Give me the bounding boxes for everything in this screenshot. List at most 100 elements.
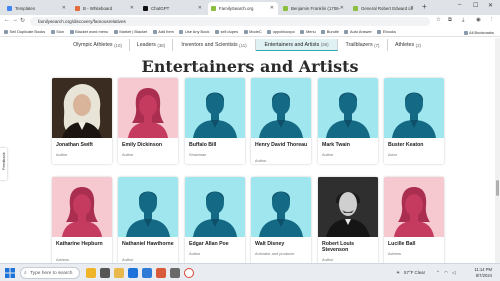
- extensions-icon[interactable]: ⧉: [448, 17, 452, 24]
- download-icon[interactable]: ⤓: [462, 17, 464, 24]
- star-icon[interactable]: ☆: [436, 17, 441, 23]
- familysearch-favicon-icon: [283, 6, 288, 11]
- browser-tab[interactable]: Templates ✕: [4, 2, 70, 15]
- person-card[interactable]: Buster Keaton Actor: [384, 78, 444, 164]
- profile-avatar-icon[interactable]: ◉: [476, 17, 481, 23]
- store-icon[interactable]: [142, 268, 152, 278]
- portrait-image: [52, 78, 112, 138]
- person-role: Author: [122, 257, 134, 262]
- category-label: Entertainers and Artists: [264, 41, 320, 48]
- whiteboard-favicon-icon: [75, 6, 80, 11]
- weather-icon[interactable]: ☀: [396, 270, 400, 276]
- person-role: Author: [322, 257, 334, 262]
- taskbar-search-input[interactable]: ⌕ Type here to search: [20, 267, 80, 279]
- bookmark-item[interactable]: Auto Answer: [344, 29, 372, 34]
- folder-icon: [463, 30, 468, 35]
- app-icon[interactable]: [170, 268, 180, 278]
- bookmark-item[interactable]: Bundle: [321, 29, 339, 34]
- person-card[interactable]: Robert Louis Stevenson Author: [318, 177, 378, 269]
- task-view-icon[interactable]: [100, 268, 110, 278]
- browser-tab[interactable]: General Robert Edward Le ✕: [350, 2, 418, 15]
- back-arrow-icon[interactable]: ←: [4, 17, 10, 23]
- category-label: Trailblazers: [345, 42, 373, 48]
- person-role: Author: [122, 152, 134, 157]
- forward-arrow-icon[interactable]: →: [12, 17, 18, 23]
- maximize-button[interactable]: ☐: [473, 2, 478, 9]
- person-card[interactable]: Emily Dickinson Author: [118, 78, 178, 164]
- bookmark-label: Menu: [305, 29, 316, 34]
- person-card[interactable]: Nathaniel Hawthorne Author: [118, 177, 178, 269]
- person-card[interactable]: Buffalo Bill Showman: [185, 78, 245, 164]
- tab-entertainers-and-artists[interactable]: Entertainers and Artists (36): [256, 39, 338, 51]
- close-icon[interactable]: ✕: [410, 5, 414, 11]
- close-icon[interactable]: ✕: [270, 5, 274, 11]
- tray-arrow-icon[interactable]: ⌃: [436, 270, 440, 276]
- file-explorer-icon[interactable]: [114, 268, 124, 278]
- browser-tab-label: Benjamin Franklin (1706-: [291, 6, 341, 11]
- tab-olympic-athletes[interactable]: Olympic Athletes (10): [66, 39, 130, 51]
- browser-tab-active[interactable]: FamilySearch.org ✕: [208, 2, 278, 15]
- bookmark-item[interactable]: Ebooks: [377, 29, 396, 34]
- minimize-button[interactable]: –: [458, 2, 461, 8]
- bookmark-label: Bundle: [326, 29, 339, 34]
- scrollbar-thumb[interactable]: [496, 180, 499, 196]
- person-card[interactable]: Katharine Hepburn Actress: [52, 177, 112, 269]
- close-window-button[interactable]: ✕: [488, 2, 493, 9]
- person-card[interactable]: Henry David Thoreau Author: [251, 78, 311, 164]
- widgets-icon[interactable]: [86, 268, 96, 278]
- tab-leaders[interactable]: Leaders (38): [130, 39, 173, 51]
- person-card[interactable]: Jonathan Swift Author: [52, 78, 112, 164]
- male-silhouette-icon: [118, 177, 178, 237]
- tab-athletes[interactable]: Athletes (2): [388, 39, 428, 51]
- browser-tab[interactable]: B - Whiteboard ✕: [72, 2, 138, 15]
- reload-icon[interactable]: ↻: [20, 17, 25, 24]
- bookmark-item[interactable]: oppcfdocxpo: [267, 29, 295, 34]
- bookmark-item[interactable]: Sion: [50, 29, 64, 34]
- chrome-icon[interactable]: [184, 268, 194, 278]
- windows-start-icon[interactable]: [5, 268, 15, 278]
- bookmark-item[interactable]: sell dupes: [215, 29, 238, 34]
- close-icon[interactable]: ✕: [198, 5, 202, 11]
- mail-icon[interactable]: [128, 268, 138, 278]
- bookmark-icon: [50, 29, 55, 34]
- bookmark-icon: [152, 29, 157, 34]
- tab-trailblazers[interactable]: Trailblazers (7): [338, 39, 388, 51]
- category-count: (2): [415, 42, 421, 48]
- feedback-label: Feedback: [1, 152, 6, 170]
- person-role: Actress: [56, 257, 69, 262]
- new-tab-button[interactable]: +: [422, 2, 427, 11]
- browser-tab[interactable]: ChatGPT ✕: [140, 2, 206, 15]
- bookmark-item[interactable]: Menu: [300, 29, 316, 34]
- bookmark-item[interactable]: Use Any Book: [179, 29, 209, 34]
- close-icon[interactable]: ✕: [340, 5, 344, 11]
- close-icon[interactable]: ✕: [130, 5, 134, 11]
- browser-tab[interactable]: Benjamin Franklin (1706- ✕: [280, 2, 348, 15]
- office-icon[interactable]: [156, 268, 166, 278]
- bookmark-item[interactable]: ModeC: [243, 29, 262, 34]
- person-card[interactable]: Walt Disney Animator and producer: [251, 177, 311, 269]
- tab-inventors-and-scientists[interactable]: Inventors and Scientists (11): [173, 39, 256, 51]
- bookmark-item[interactable]: Blacket word menu: [69, 29, 108, 34]
- weather-text[interactable]: 57°F Clear: [404, 270, 425, 275]
- chatgpt-favicon-icon: [143, 6, 148, 11]
- person-name: Buster Keaton: [388, 142, 424, 148]
- volume-icon[interactable]: ◁: [452, 270, 455, 276]
- bookmark-item[interactable]: Market | Blacket: [113, 29, 148, 34]
- person-card[interactable]: Edgar Allan Poe Author: [185, 177, 245, 269]
- female-silhouette-icon: [52, 177, 112, 237]
- network-icon[interactable]: ◠: [444, 270, 448, 276]
- person-card[interactable]: Lucille Ball Actress: [384, 177, 444, 269]
- all-bookmarks-button[interactable]: All Bookmarks: [463, 30, 494, 35]
- feedback-tab[interactable]: Feedback: [0, 148, 7, 180]
- menu-dots-icon[interactable]: ⋮: [489, 17, 495, 23]
- person-card[interactable]: Mark Twain Author: [318, 78, 378, 164]
- bookmark-item[interactable]: Sell Duplicate Books: [4, 29, 45, 34]
- bookmark-item[interactable]: Add Item: [152, 29, 174, 34]
- close-icon[interactable]: ✕: [62, 5, 66, 11]
- url-input[interactable]: familysearch.org/discovery/famousrelativ…: [30, 16, 430, 26]
- bookmark-label: Market | Blacket: [119, 29, 148, 34]
- scrollbar[interactable]: [495, 38, 500, 263]
- category-label: Athletes: [395, 42, 415, 48]
- bookmark-label: sell dupes: [220, 29, 239, 34]
- system-clock[interactable]: 11:14 PM 8/7/2024: [474, 267, 492, 278]
